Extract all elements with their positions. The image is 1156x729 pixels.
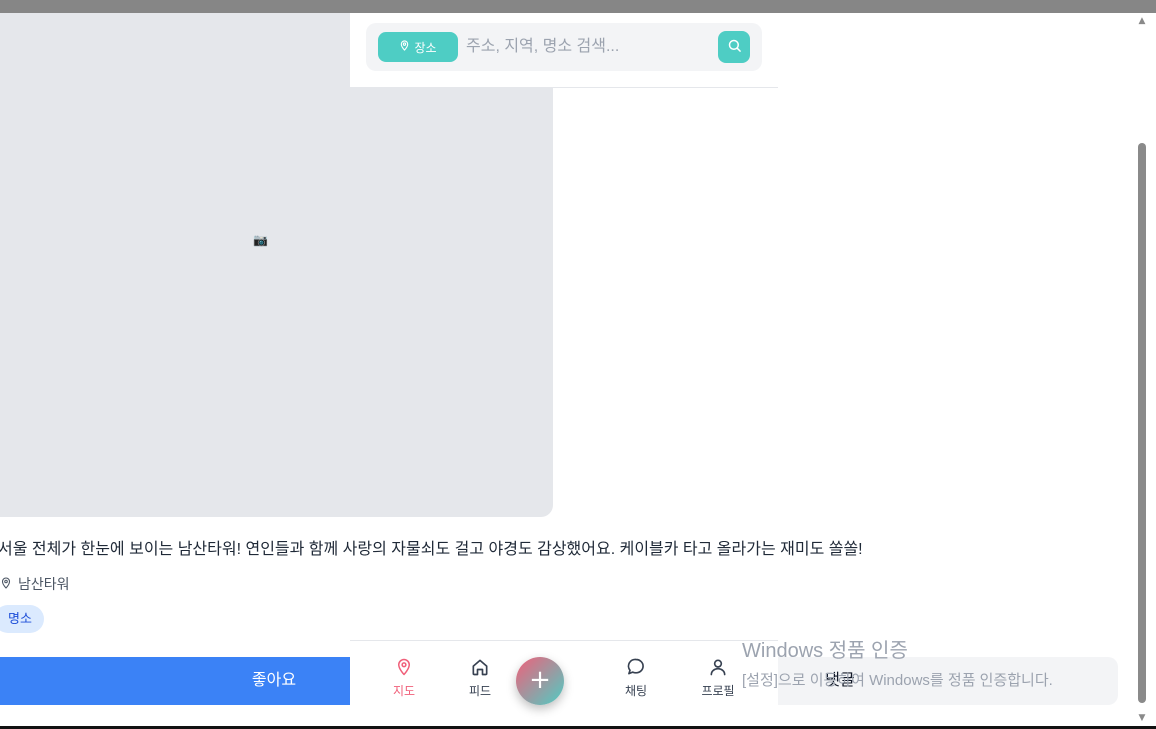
- nav-item-feed[interactable]: 피드: [452, 657, 508, 699]
- scroll-down-arrow-icon[interactable]: ▼: [1137, 711, 1147, 725]
- location-label: 남산타워: [18, 576, 70, 592]
- place-chip-label: 장소: [414, 40, 437, 55]
- map-pin-icon: [395, 657, 413, 680]
- place-filter-chip[interactable]: 장소: [378, 32, 458, 62]
- search-panel: 장소: [350, 13, 778, 88]
- scroll-thumb[interactable]: [1138, 143, 1146, 703]
- create-post-button[interactable]: +: [516, 657, 564, 705]
- camera-icon: 📷: [253, 233, 268, 247]
- nav-item-chat[interactable]: 채팅: [608, 657, 664, 699]
- nav-label: 채팅: [624, 684, 648, 698]
- app-viewport: 📷 서울 전체가 한눈에 보이는 남산타워! 연인들과 함께 사랑의 자물쇠도 …: [0, 13, 1156, 726]
- scroll-up-arrow-icon[interactable]: ▲: [1137, 14, 1147, 28]
- search-icon: [727, 38, 742, 57]
- post-image-placeholder: 📷: [0, 13, 553, 517]
- nav-label: 피드: [468, 684, 492, 698]
- map-pin-icon: [399, 39, 410, 55]
- chat-bubble-icon: [626, 657, 646, 680]
- search-input[interactable]: [466, 32, 706, 62]
- user-icon: [708, 657, 728, 680]
- search-button[interactable]: [718, 31, 750, 63]
- nav-label: 지도: [392, 684, 416, 698]
- nav-item-profile[interactable]: 프로필: [690, 657, 746, 699]
- nav-label: 프로필: [701, 684, 735, 698]
- post-caption: 서울 전체가 한눈에 보이는 남산타워! 연인들과 함께 사랑의 자물쇠도 걸고…: [0, 541, 863, 558]
- vertical-scrollbar[interactable]: ▲ ▼: [1137, 13, 1147, 726]
- home-icon: [470, 657, 490, 680]
- nav-item-map[interactable]: 지도: [376, 657, 432, 699]
- search-bar: 장소: [366, 23, 762, 71]
- map-pin-icon: [0, 576, 12, 593]
- category-tag[interactable]: 명소: [0, 605, 44, 633]
- window-top-strip: [0, 0, 1156, 13]
- bottom-navigation: 지도 피드 + 채팅 프로필: [350, 640, 778, 726]
- post-location: 남산타워: [0, 574, 70, 594]
